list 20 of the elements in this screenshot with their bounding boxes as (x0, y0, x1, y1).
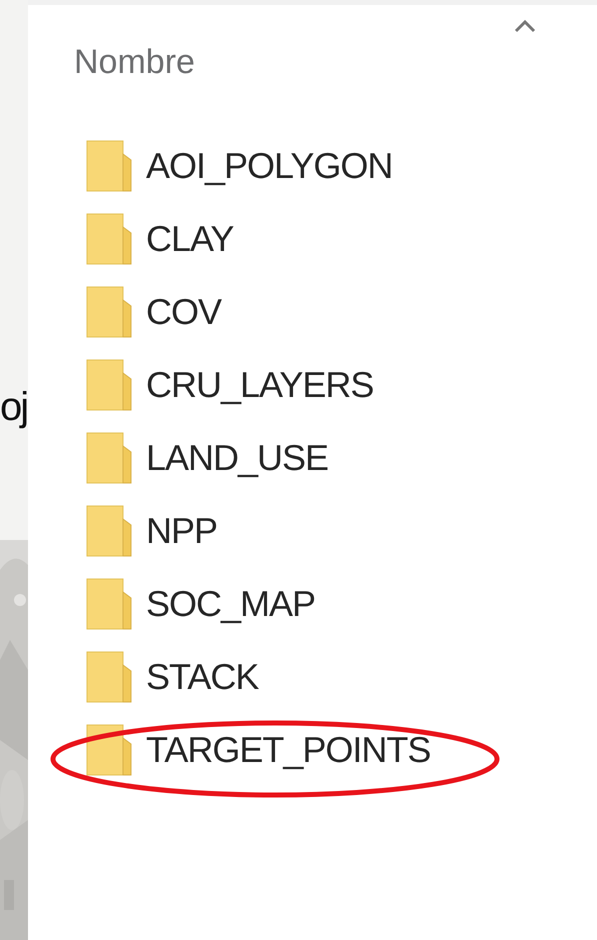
folder-icon (86, 650, 132, 702)
folder-name[interactable]: STACK (146, 656, 258, 698)
folder-name[interactable]: AOI_POLYGON (146, 144, 392, 186)
folder-name[interactable]: SOC_MAP (146, 582, 316, 624)
folder-name[interactable]: CRU_LAYERS (146, 364, 374, 406)
folder-icon (86, 286, 132, 338)
slide-text: oj (0, 385, 28, 430)
folder-name[interactable]: NPP (146, 510, 218, 552)
folder-name[interactable]: COV (146, 290, 222, 332)
folder-icon (86, 358, 132, 410)
folder-icon (86, 504, 132, 556)
sort-caret-icon[interactable] (514, 19, 536, 33)
folder-icon (86, 212, 132, 264)
folder-icon (86, 724, 132, 776)
folder-icon (86, 432, 132, 484)
folder-icon (86, 578, 132, 630)
folder-icon (86, 140, 132, 192)
folder-name[interactable]: CLAY (146, 218, 234, 260)
column-header[interactable]: Nombre (74, 43, 195, 82)
folder-name[interactable]: LAND_USE (146, 436, 328, 478)
